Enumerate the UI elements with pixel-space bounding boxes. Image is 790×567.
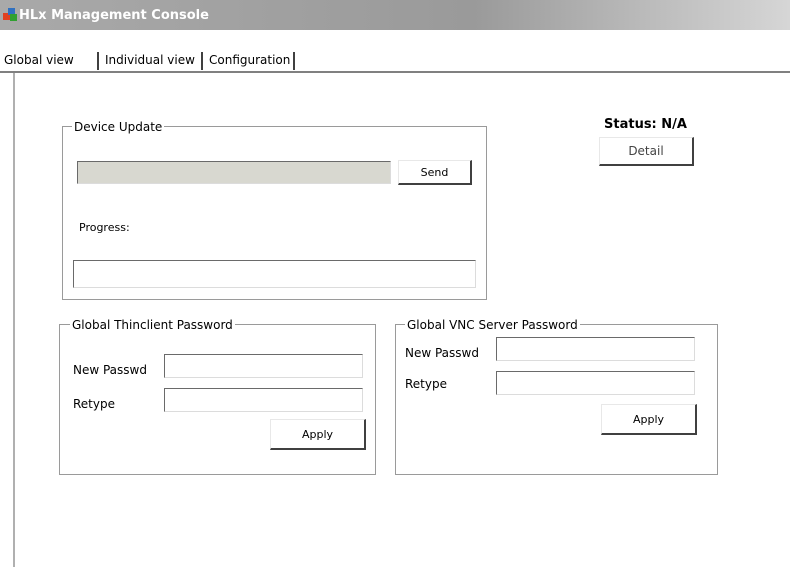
tab-individual-view[interactable]: Individual view <box>101 49 201 71</box>
progress-field <box>73 260 476 288</box>
tab-configuration[interactable]: Configuration <box>205 49 294 71</box>
thinclient-apply-button[interactable]: Apply <box>270 419 366 450</box>
thinclient-retype-label: Retype <box>73 397 115 411</box>
vnc-apply-button[interactable]: Apply <box>601 404 697 435</box>
update-file-field[interactable] <box>77 161 391 184</box>
panel-left-border <box>13 73 15 567</box>
vnc-password-legend: Global VNC Server Password <box>405 318 580 332</box>
title-bar: HLx Management Console <box>0 0 790 30</box>
window-title: HLx Management Console <box>19 8 209 23</box>
thinclient-new-password-field[interactable] <box>164 354 363 378</box>
progress-label: Progress: <box>79 221 130 234</box>
vnc-retype-field[interactable] <box>496 371 695 395</box>
tab-separator <box>97 52 99 70</box>
thinclient-new-password-label: New Passwd <box>73 363 147 377</box>
send-button[interactable]: Send <box>398 160 472 185</box>
status-text: Status: N/A <box>604 117 687 132</box>
vnc-new-password-label: New Passwd <box>405 346 479 360</box>
tab-global-view[interactable]: Global view <box>0 49 97 71</box>
app-cubes-icon <box>3 8 17 21</box>
thinclient-retype-field[interactable] <box>164 388 363 412</box>
detail-button[interactable]: Detail <box>599 137 694 166</box>
thinclient-password-legend: Global Thinclient Password <box>70 318 235 332</box>
tab-separator <box>293 52 295 70</box>
device-update-legend: Device Update <box>72 120 165 134</box>
tab-separator <box>201 52 203 70</box>
vnc-retype-label: Retype <box>405 377 447 391</box>
vnc-new-password-field[interactable] <box>496 337 695 361</box>
